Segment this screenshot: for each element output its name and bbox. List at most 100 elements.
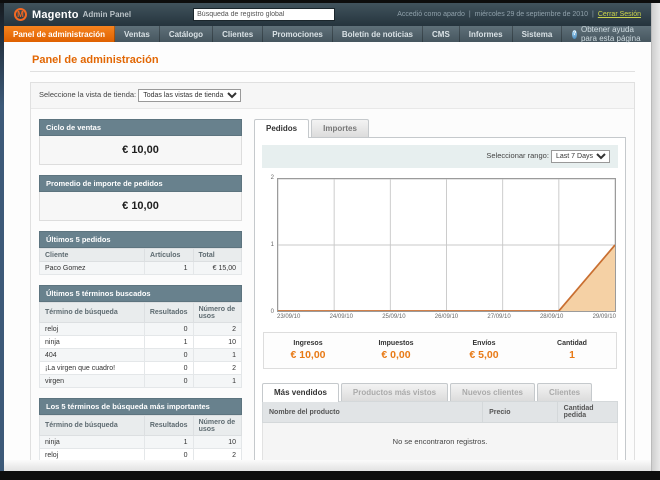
empty-grid-message: No se encontraron registros. bbox=[262, 422, 618, 463]
session-info: Accedió como apardo | miércoles 29 de se… bbox=[397, 11, 641, 18]
search-term-row[interactable]: virgen 0 1 bbox=[39, 374, 243, 388]
cell-uses: 10 bbox=[192, 435, 243, 449]
widget-title: Ciclo de ventas bbox=[39, 119, 242, 136]
column-header: Resultados bbox=[143, 415, 194, 436]
cell-term: ninja bbox=[39, 335, 145, 349]
tab-bestsellers[interactable]: Más vendidos bbox=[262, 383, 339, 402]
brand-subtitle: Admin Panel bbox=[82, 10, 132, 19]
nav-item-catalog[interactable]: Catálogo bbox=[160, 26, 214, 42]
logout-link[interactable]: Cerrar Sesión bbox=[598, 11, 641, 18]
search-term-row[interactable]: 404 0 1 bbox=[39, 348, 243, 362]
tab-orders[interactable]: Pedidos bbox=[254, 119, 310, 138]
orders-chart-svg bbox=[278, 179, 615, 311]
stat-shipping: Envíos € 5,00 bbox=[440, 340, 528, 361]
magento-logo-icon: M bbox=[14, 8, 27, 21]
widget-title: Promedio de importe de pedidos bbox=[39, 175, 242, 192]
stat-quantity: Cantidad 1 bbox=[528, 340, 616, 361]
cell-results: 0 bbox=[143, 361, 194, 375]
cell-results: 0 bbox=[143, 322, 194, 336]
cell-uses: 1 bbox=[192, 374, 243, 388]
products-block: Más vendidos Productos más vistos Nuevos… bbox=[261, 383, 619, 463]
cell-term: ninja bbox=[39, 435, 145, 449]
x-tick-label: 29/09/10 bbox=[592, 314, 616, 320]
y-tick-label: 1 bbox=[270, 242, 274, 248]
tab-amounts[interactable]: Importes bbox=[311, 119, 369, 137]
nav-item-dashboard[interactable]: Panel de administración bbox=[4, 26, 116, 42]
stat-value: € 5,00 bbox=[469, 349, 499, 361]
cell-uses: 1 bbox=[192, 348, 243, 362]
help-globe-icon: ? bbox=[572, 29, 577, 39]
store-switcher-label: Seleccione la vista de tienda: bbox=[39, 90, 137, 99]
cell-term: 404 bbox=[39, 348, 145, 362]
help-link[interactable]: ? Obtener ayuda para esta página bbox=[562, 25, 651, 43]
search-term-row[interactable]: ¡La virgen que cuadro! 0 2 bbox=[39, 361, 243, 375]
average-orders-widget: Promedio de importe de pedidos € 10,00 bbox=[39, 175, 242, 221]
scrollbar[interactable] bbox=[651, 3, 660, 471]
column-header: Cantidad pedida bbox=[556, 401, 619, 423]
store-switcher: Seleccione la vista de tienda: Todas las… bbox=[31, 83, 634, 109]
cell-items: 1 bbox=[144, 261, 194, 275]
order-row[interactable]: Paco Gomez 1 € 15,00 bbox=[38, 261, 243, 275]
help-label: Obtener ayuda para esta página bbox=[580, 25, 641, 43]
y-tick-label: 0 bbox=[270, 309, 274, 315]
search-term-row[interactable]: reloj 0 2 bbox=[39, 322, 243, 336]
stat-label: Envíos bbox=[472, 340, 496, 347]
column-header: Artículos bbox=[144, 248, 194, 262]
logo: M Magento Admin Panel bbox=[14, 8, 131, 21]
widget-title: Los 5 términos de búsqueda más important… bbox=[39, 398, 242, 415]
nav-item-newsletter[interactable]: Boletín de noticias bbox=[333, 26, 423, 42]
range-label: Seleccionar rango: bbox=[486, 151, 549, 160]
chart-panel: Seleccionar rango: Last 7 Days 0 1 2 23/09… bbox=[254, 137, 626, 471]
stat-value: € 10,00 bbox=[290, 349, 326, 361]
column-header: Total bbox=[192, 248, 243, 262]
x-tick-label: 27/09/10 bbox=[487, 314, 511, 320]
store-switcher-select[interactable]: Todas las vistas de tienda bbox=[138, 89, 242, 102]
range-select[interactable]: Last 7 Days bbox=[551, 150, 610, 163]
column-header: Término de búsqueda bbox=[39, 415, 145, 436]
global-search-input[interactable] bbox=[193, 8, 336, 21]
separator: | bbox=[591, 11, 594, 18]
tab-customers: Clientes bbox=[536, 383, 593, 401]
tab-new-customers: Nuevos clientes bbox=[450, 383, 535, 401]
chart-plot-area bbox=[277, 178, 616, 312]
column-header: Nombre del producto bbox=[261, 401, 484, 423]
last-search-terms-widget: Últimos 5 términos buscados Término de b… bbox=[39, 285, 243, 388]
brand-name: Magento bbox=[32, 8, 79, 21]
average-orders-value: € 10,00 bbox=[39, 192, 242, 221]
nav-item-cms[interactable]: CMS bbox=[423, 26, 460, 42]
cell-term: reloj bbox=[39, 322, 145, 336]
window-left-edge bbox=[0, 3, 4, 471]
nav-item-customers[interactable]: Clientes bbox=[213, 26, 264, 42]
stat-value: 1 bbox=[569, 349, 575, 361]
lifetime-sales-value: € 10,00 bbox=[39, 136, 242, 165]
y-tick-label: 2 bbox=[270, 175, 274, 181]
column-header: Cliente bbox=[38, 248, 146, 262]
search-term-row[interactable]: ninja 1 10 bbox=[39, 335, 243, 349]
admin-header: M Magento Admin Panel Accedió como apard… bbox=[4, 3, 651, 26]
nav-item-promotions[interactable]: Promociones bbox=[263, 26, 333, 42]
x-tick-label: 26/09/10 bbox=[434, 314, 459, 320]
search-term-row[interactable]: ninja 1 10 bbox=[39, 435, 243, 449]
cell-uses: 10 bbox=[192, 335, 243, 349]
stat-label: Cantidad bbox=[557, 340, 587, 347]
x-tick-label: 28/09/10 bbox=[539, 314, 564, 320]
totals-bar: Ingresos € 10,00 Impuestos € 0,00 Envíos… bbox=[263, 332, 617, 369]
lifetime-sales-widget: Ciclo de ventas € 10,00 bbox=[39, 119, 242, 165]
chart-x-axis: 23/09/10 24/09/10 25/09/10 26/09/10 27/09/10… bbox=[277, 314, 616, 320]
x-tick-label: 25/09/10 bbox=[382, 314, 406, 320]
column-header: Resultados bbox=[143, 302, 194, 323]
chart-tabs: Pedidos Importes bbox=[254, 119, 626, 138]
current-date: miércoles 29 de septiembre de 2010 bbox=[474, 11, 588, 18]
widget-title: Últimos 5 términos buscados bbox=[39, 285, 242, 302]
nav-item-sales[interactable]: Ventas bbox=[115, 26, 160, 42]
x-tick-label: 24/09/10 bbox=[329, 314, 353, 320]
cell-results: 1 bbox=[143, 435, 194, 449]
nav-item-reports[interactable]: Informes bbox=[460, 26, 513, 42]
cell-total: € 15,00 bbox=[192, 261, 243, 275]
cell-uses: 2 bbox=[192, 322, 243, 336]
widget-title: Últimos 5 pedidos bbox=[39, 231, 242, 248]
tab-most-viewed: Productos más vistos bbox=[340, 383, 449, 401]
browser-viewport: M Magento Admin Panel Accedió como apard… bbox=[0, 3, 660, 471]
page-title: Panel de administración bbox=[30, 50, 635, 72]
nav-item-system[interactable]: Sistema bbox=[513, 26, 563, 42]
